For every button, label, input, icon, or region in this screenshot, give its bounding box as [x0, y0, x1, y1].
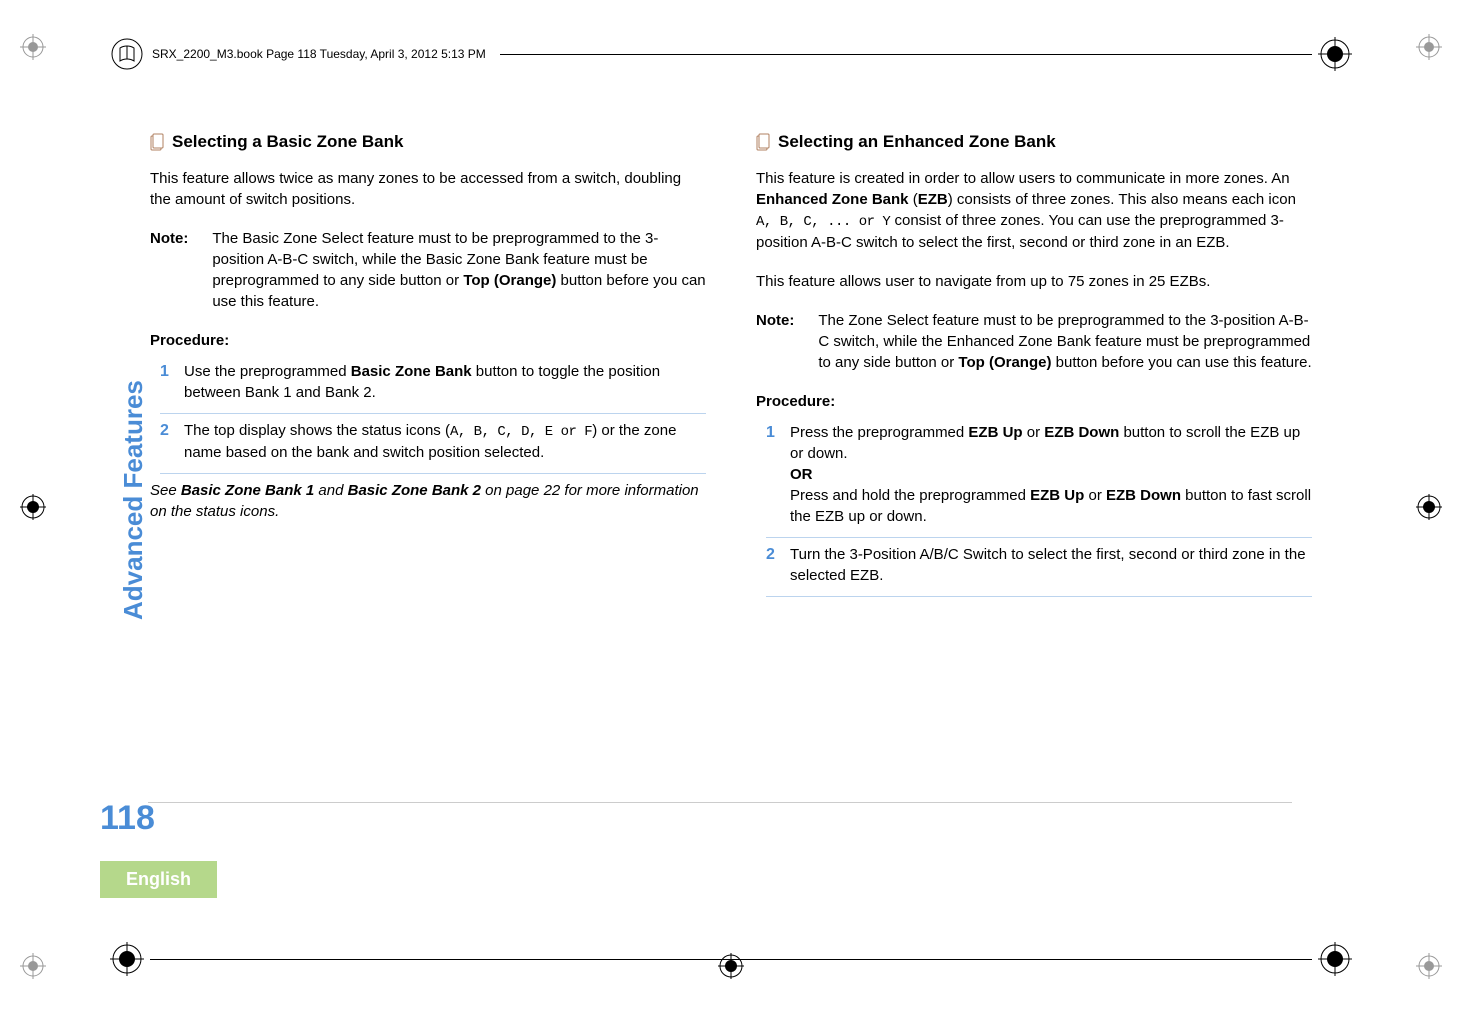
topic-icon: [150, 133, 164, 151]
step-body: Turn the 3-Position A/B/C Switch to sele…: [790, 544, 1312, 586]
procedure-label: Procedure:: [150, 330, 706, 351]
heading-basic-zone-bank: Selecting a Basic Zone Bank: [150, 130, 706, 154]
book-icon: [110, 37, 144, 71]
step-number: 1: [160, 361, 174, 403]
heading-text: Selecting an Enhanced Zone Bank: [778, 130, 1056, 154]
step-body: The top display shows the status icons (…: [184, 420, 706, 464]
heading-enhanced-zone-bank: Selecting an Enhanced Zone Bank: [756, 130, 1312, 154]
page-header-strip: SRX_2200_M3.book Page 118 Tuesday, April…: [110, 36, 1352, 72]
intro-paragraph: This feature is created in order to allo…: [756, 168, 1312, 254]
registration-mark-icon: [20, 494, 46, 520]
registration-mark-icon: [1416, 494, 1442, 520]
note-block: Note: The Zone Select feature must to be…: [756, 310, 1312, 373]
header-rule: [500, 54, 1312, 55]
topic-icon: [756, 133, 770, 151]
intro-paragraph: This feature allows twice as many zones …: [150, 168, 706, 210]
see-also-footnote: See Basic Zone Bank 1 and Basic Zone Ban…: [150, 480, 706, 522]
procedure-step: 1 Press the preprogrammed EZB Up or EZB …: [766, 422, 1312, 538]
registration-mark-icon: [1318, 37, 1352, 71]
page-number: 118: [100, 795, 155, 843]
crop-mark-icon: [1416, 953, 1442, 979]
footer-rule: [150, 959, 1312, 960]
note-body: The Zone Select feature must to be prepr…: [818, 310, 1312, 373]
registration-mark-icon: [110, 942, 144, 976]
note-label: Note:: [756, 310, 794, 373]
step-number: 1: [766, 422, 780, 527]
heading-text: Selecting a Basic Zone Bank: [172, 130, 403, 154]
crop-mark-icon: [20, 953, 46, 979]
header-text: SRX_2200_M3.book Page 118 Tuesday, April…: [144, 46, 494, 63]
language-badge: English: [100, 861, 217, 898]
procedure-step: 2 Turn the 3-Position A/B/C Switch to se…: [766, 544, 1312, 597]
procedure-step: 2 The top display shows the status icons…: [160, 420, 706, 475]
procedure-step: 1 Use the preprogrammed Basic Zone Bank …: [160, 361, 706, 414]
crop-mark-icon: [20, 34, 46, 60]
procedure-label: Procedure:: [756, 391, 1312, 412]
page-footer-strip: [110, 941, 1352, 977]
left-column: Selecting a Basic Zone Bank This feature…: [150, 120, 706, 863]
section-side-label: Advanced Features: [115, 380, 151, 620]
note-label: Note:: [150, 228, 188, 312]
or-label: OR: [790, 466, 813, 483]
registration-mark-icon: [1318, 942, 1352, 976]
note-body: The Basic Zone Select feature must to be…: [212, 228, 706, 312]
step-number: 2: [766, 544, 780, 586]
step-body: Press the preprogrammed EZB Up or EZB Do…: [790, 422, 1312, 527]
step-body: Use the preprogrammed Basic Zone Bank bu…: [184, 361, 706, 403]
note-block: Note: The Basic Zone Select feature must…: [150, 228, 706, 312]
crop-mark-icon: [1416, 34, 1442, 60]
step-number: 2: [160, 420, 174, 464]
right-column: Selecting an Enhanced Zone Bank This fea…: [756, 120, 1312, 863]
intro-paragraph-2: This feature allows user to navigate fro…: [756, 271, 1312, 292]
